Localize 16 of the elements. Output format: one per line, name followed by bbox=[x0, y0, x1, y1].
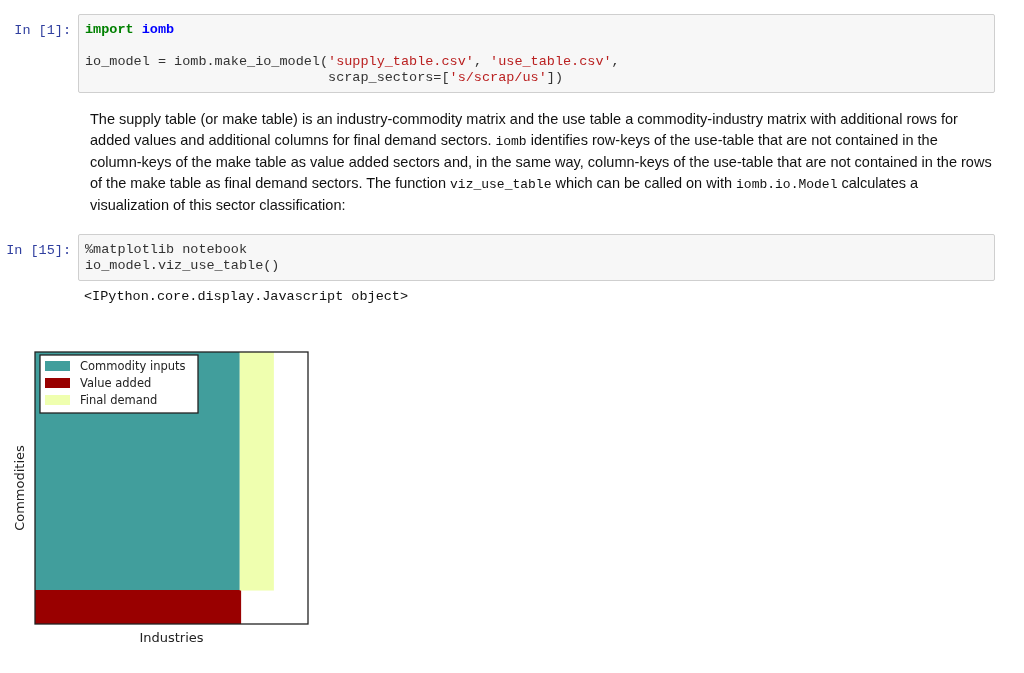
legend-label: Value added bbox=[80, 376, 152, 390]
code-input-cell[interactable]: %matplotlib notebook io_model.viz_use_table() bbox=[78, 234, 995, 281]
code-input-cell[interactable]: import iomb io_model = iomb.make_io_model('supply_table.csv', 'use_table.csv', scrap_sectors=['s/scrap/us']) bbox=[78, 14, 995, 93]
x-axis-label: Industries bbox=[139, 630, 204, 645]
input-prompt: In [1]: bbox=[13, 22, 72, 40]
code-line: scrap_sectors=['s/scrap/us']) bbox=[327, 70, 564, 86]
code-line: %matplotlib notebook bbox=[85, 242, 249, 258]
code-line: io_model = iomb.make_io_model('supply_table.csv', 'use_table.csv', bbox=[85, 53, 621, 70]
code-line: io_model.viz_use_table() bbox=[85, 258, 281, 274]
legend-label: Final demand bbox=[80, 393, 158, 407]
input-prompt: In [15]: bbox=[5, 242, 72, 260]
code-line: import iomb bbox=[85, 22, 176, 38]
y-axis-label: Commodities bbox=[12, 445, 27, 531]
markdown-paragraph: The supply table (or make table) is an industry-commodity matrix and the use table a commodity-industry matrix with additional rows for added values and additional columns for final demand sectors. iomb identifies row-keys of the use-table that are not contained in the column-keys of the make table as value added sectors and, in the same way, column-keys of the use-table that are not contained in the rows of the make table as final demand sectors. The function viz_use_table which can be called on with iomb.io.Model calculates a visualization of this sector classification: bbox=[90, 110, 993, 215]
output-text: <IPython.core.display.Javascript object> bbox=[83, 288, 410, 306]
legend-label: Commodity inputs bbox=[80, 359, 186, 373]
